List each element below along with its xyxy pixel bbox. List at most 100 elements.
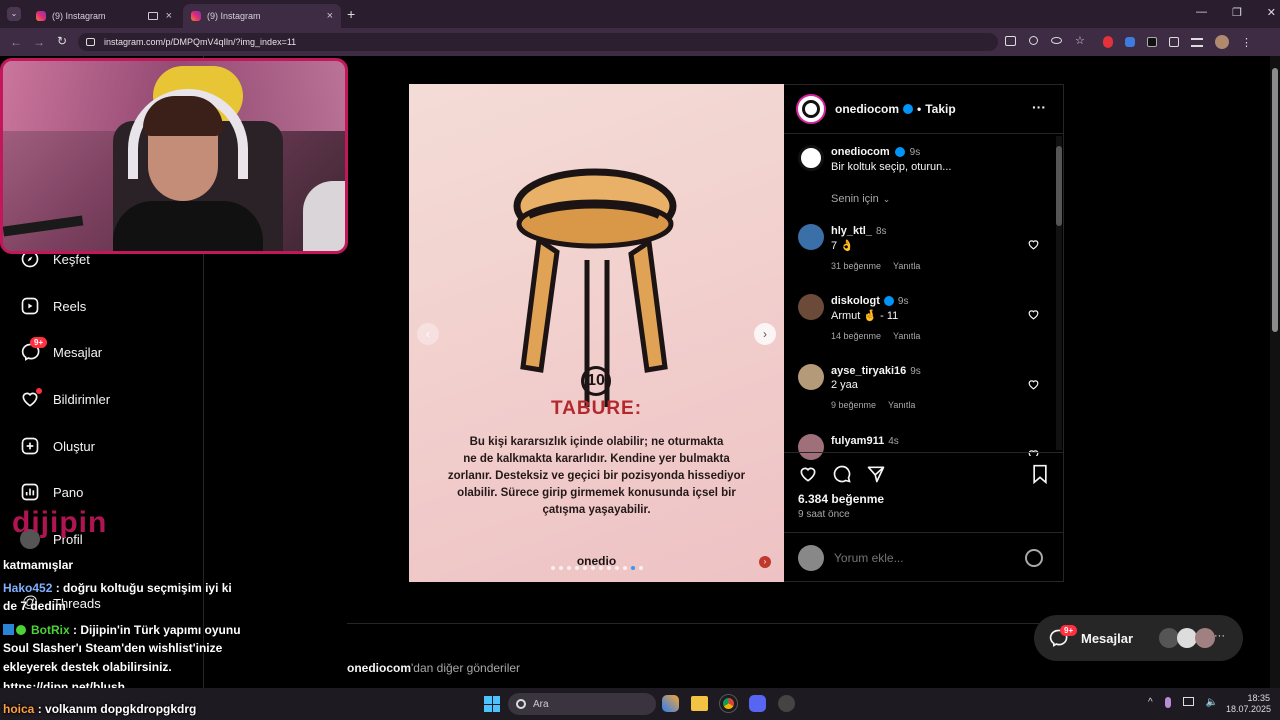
app-icon[interactable]: [778, 695, 795, 712]
reload-icon[interactable]: ↻: [57, 34, 67, 48]
extension-dark-icon[interactable]: [1147, 37, 1157, 47]
microphone-icon[interactable]: [1164, 697, 1171, 708]
network-icon[interactable]: [1182, 697, 1194, 706]
close-tab-icon[interactable]: ×: [327, 10, 333, 22]
forward-icon[interactable]: →: [33, 35, 45, 49]
comment-like-heart-icon[interactable]: [1027, 378, 1040, 391]
clock[interactable]: 18:35 18.07.2025: [1226, 693, 1271, 715]
comment: hly_ktl_ 8s 7 👌 31 beğenme Yanıtla: [831, 225, 1021, 271]
tab-search-button[interactable]: ⌄: [7, 7, 21, 21]
post-header: onediocom • Takip: [835, 102, 956, 116]
comment-avatar[interactable]: [798, 224, 824, 250]
carousel-dots: [409, 566, 784, 570]
save-bookmark-icon[interactable]: [1031, 464, 1049, 484]
page-scrollbar[interactable]: [1270, 56, 1280, 688]
restore-icon[interactable]: ❐: [1232, 6, 1242, 19]
emoji-icon[interactable]: [1025, 549, 1043, 567]
tab-title: (9) Instagram: [207, 11, 261, 21]
address-bar-actions: ☆: [1005, 36, 1085, 47]
more-posts-user[interactable]: onediocom: [347, 661, 411, 675]
comments-scrollbar[interactable]: [1056, 136, 1062, 450]
browser-menu-icon[interactable]: ⋮: [1241, 36, 1252, 49]
comment-avatar[interactable]: [798, 364, 824, 390]
browser-tab-2-active[interactable]: (9) Instagram ×: [183, 4, 341, 28]
sidebar-item-notifications[interactable]: Bildirimler: [20, 384, 110, 414]
chrome-icon[interactable]: [719, 694, 738, 713]
sidebar-item-dashboard[interactable]: Pano: [20, 477, 83, 507]
comment-likes[interactable]: 31 beğenme: [831, 261, 881, 271]
sidebar-item-reels[interactable]: Reels: [20, 291, 86, 321]
site-info-icon[interactable]: [86, 38, 95, 46]
comment-username[interactable]: fulyam911: [831, 435, 884, 447]
follow-button[interactable]: Takip: [925, 102, 955, 116]
chevron-up-icon[interactable]: ^: [1148, 697, 1153, 708]
caption-username[interactable]: onediocom: [831, 146, 890, 158]
close-window-icon[interactable]: ✕: [1267, 6, 1276, 19]
chat-line: Soul Slasher'ı Steam'den wishlist'inize: [3, 641, 222, 655]
comment-input[interactable]: [834, 550, 1014, 566]
browser-tab-1[interactable]: (9) Instagram ×: [28, 4, 180, 28]
comment-username[interactable]: ayse_tiryaki16: [831, 365, 906, 377]
carousel-dot: [566, 566, 571, 570]
file-explorer-icon[interactable]: [691, 696, 708, 711]
post-age: 9 saat önce: [798, 509, 850, 520]
install-app-icon[interactable]: [1005, 36, 1016, 46]
extensions-puzzle-icon[interactable]: [1169, 37, 1179, 47]
comment-like-heart-icon[interactable]: [1027, 308, 1040, 321]
media-icon[interactable]: [147, 12, 158, 20]
comment-like-heart-icon[interactable]: [1027, 238, 1040, 251]
reply-button[interactable]: Yanıtla: [888, 400, 915, 410]
zoom-icon[interactable]: [1029, 36, 1038, 45]
conversation-avatar: [1195, 628, 1215, 648]
profile-avatar-icon[interactable]: [1215, 35, 1229, 49]
start-button[interactable]: [484, 696, 500, 712]
minimize-icon[interactable]: —: [1196, 6, 1207, 19]
post-image-carousel[interactable]: ‹ › 10 TABURE: Bu kişi kararsızlık içind…: [409, 84, 784, 582]
comment-username[interactable]: diskologt: [831, 295, 880, 307]
taskbar-search[interactable]: Ara: [508, 693, 656, 715]
sidebar-item-create[interactable]: Oluştur: [20, 431, 95, 461]
next-slide-button[interactable]: ›: [754, 323, 776, 345]
description-line: çatışma yaşayabilir.: [542, 504, 651, 516]
search-placeholder: Ara: [533, 698, 549, 710]
like-count[interactable]: 6.384 beğenme: [798, 492, 884, 506]
scrollbar-thumb[interactable]: [1056, 146, 1062, 226]
system-tray: ^ 🔈: [1148, 697, 1218, 708]
comment-avatar[interactable]: [798, 434, 824, 460]
comment-likes[interactable]: 14 beğenme: [831, 331, 881, 341]
comment-likes[interactable]: 9 beğenme: [831, 400, 876, 410]
reply-button[interactable]: Yanıtla: [893, 261, 920, 271]
account-name[interactable]: onediocom: [835, 102, 899, 116]
reply-button[interactable]: Yanıtla: [893, 331, 920, 341]
divider: [784, 452, 1064, 453]
more-options-icon[interactable]: ···: [1032, 99, 1046, 115]
back-icon[interactable]: ←: [10, 35, 22, 49]
prev-slide-button[interactable]: ‹: [417, 323, 439, 345]
scrollbar-thumb[interactable]: [1272, 68, 1278, 332]
sidebar-item-label: Pano: [53, 484, 84, 500]
new-tab-button[interactable]: +: [347, 6, 355, 22]
like-heart-icon[interactable]: [798, 464, 818, 484]
close-tab-icon[interactable]: ×: [166, 10, 172, 22]
copilot-icon[interactable]: [662, 695, 679, 712]
discord-icon[interactable]: [749, 695, 766, 712]
messages-widget[interactable]: 9+ Mesajlar ···: [1034, 615, 1243, 661]
comment-text: 7 👌: [831, 240, 854, 252]
notification-dot: [36, 388, 42, 394]
comment-username[interactable]: hly_ktl_: [831, 225, 872, 237]
volume-icon[interactable]: 🔈: [1206, 697, 1218, 708]
comment-avatar[interactable]: [798, 294, 824, 320]
caption-avatar[interactable]: [798, 145, 824, 171]
hide-icon[interactable]: [1051, 37, 1062, 44]
chat-text: de 7 dedim: [3, 599, 66, 613]
url-input[interactable]: instagram.com/p/DMPQmV4qIln/?img_index=1…: [78, 33, 998, 51]
reading-list-icon[interactable]: [1191, 37, 1203, 47]
sidebar-item-messages[interactable]: 9+ Mesajlar: [20, 337, 102, 367]
dashboard-icon: [21, 483, 39, 501]
share-send-icon[interactable]: [866, 464, 886, 484]
extension-red-icon[interactable]: [1103, 36, 1113, 48]
comment-filter-dropdown[interactable]: Senin için ⌄: [831, 193, 890, 205]
bookmark-star-icon[interactable]: ☆: [1075, 36, 1085, 47]
comment-bubble-icon[interactable]: [832, 464, 852, 484]
extension-translate-icon[interactable]: [1125, 37, 1135, 47]
